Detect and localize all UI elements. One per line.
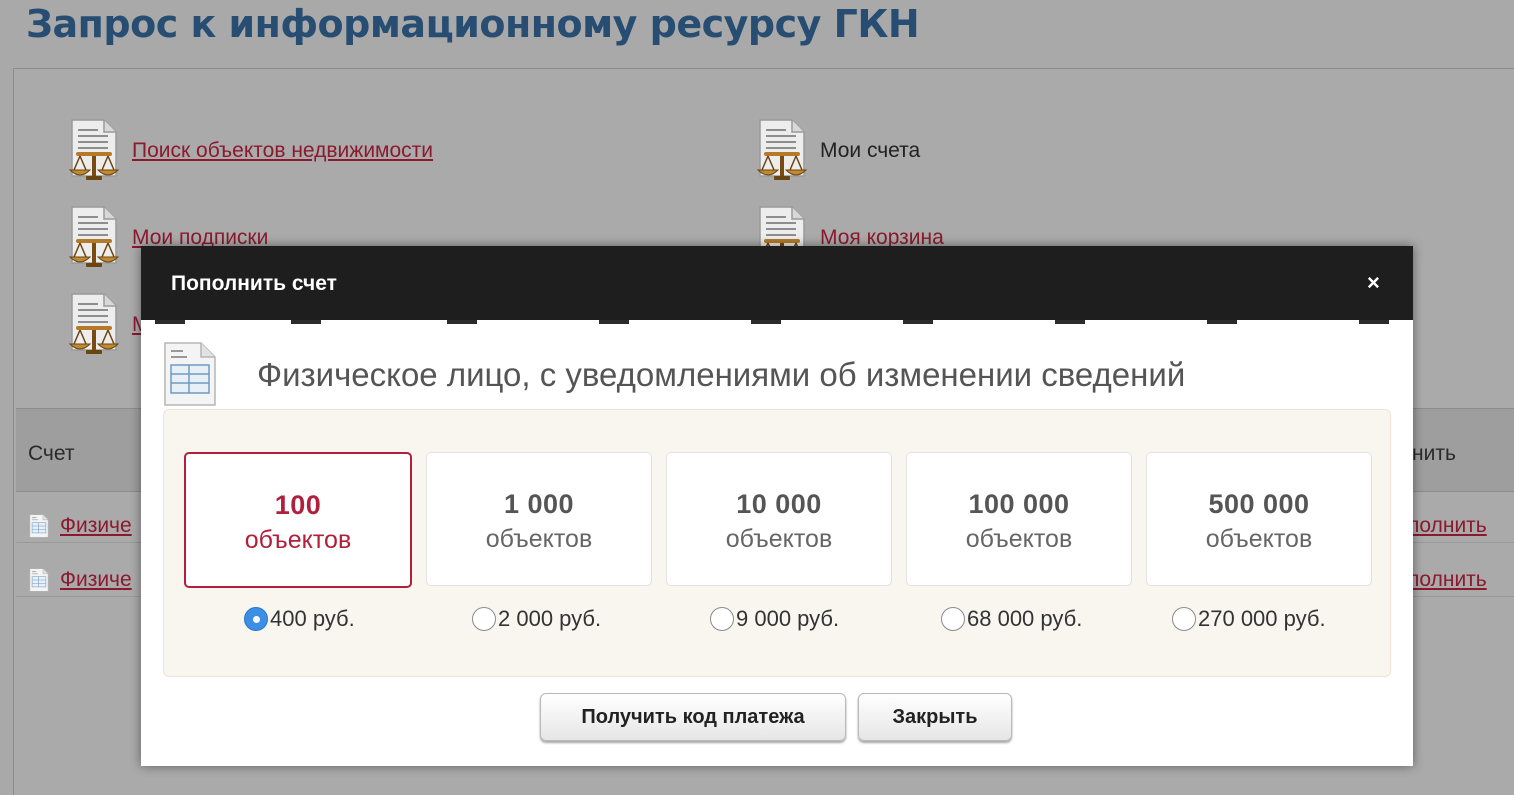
row-account-link[interactable]: Физиче bbox=[60, 568, 132, 592]
price-radio-option[interactable]: 2 000 руб. bbox=[472, 606, 601, 632]
tariff-options: 100 объектов 1 000 объектов 10 000 объек… bbox=[163, 409, 1391, 677]
menu-item-accounts: Мои счета bbox=[752, 118, 920, 184]
option-count: 500 000 bbox=[1208, 489, 1310, 519]
document-scales-icon bbox=[752, 118, 816, 184]
dialog-title: Пополнить счет bbox=[171, 272, 337, 295]
page-title: Запрос к информационному ресурсу ГКН bbox=[26, 2, 920, 46]
document-scales-icon bbox=[64, 118, 128, 184]
option-card-100000[interactable]: 100 000 объектов bbox=[906, 452, 1132, 586]
option-card-1000[interactable]: 1 000 объектов bbox=[426, 452, 652, 586]
document-table-icon bbox=[163, 341, 217, 407]
option-price: 2 000 руб. bbox=[498, 606, 602, 631]
option-unit: объектов bbox=[965, 525, 1073, 553]
option-count: 100 000 bbox=[968, 489, 1070, 519]
price-radio-option[interactable]: 9 000 руб. bbox=[710, 606, 839, 632]
option-price: 9 000 руб. bbox=[736, 606, 840, 631]
menu-item-third-left[interactable]: М bbox=[64, 292, 150, 358]
option-price: 400 руб. bbox=[270, 606, 355, 631]
menu-accounts-label: Мои счета bbox=[820, 139, 921, 162]
dialog-header-divider bbox=[155, 320, 1389, 324]
option-unit: объектов bbox=[244, 526, 352, 554]
document-scales-icon bbox=[64, 292, 128, 358]
get-payment-code-button[interactable]: Получить код платежа bbox=[540, 693, 846, 741]
option-unit: объектов bbox=[485, 525, 593, 553]
dialog-header: Пополнить счет × bbox=[141, 246, 1413, 320]
document-table-icon bbox=[28, 568, 50, 592]
column-header-account: Счет bbox=[28, 442, 75, 465]
option-count: 100 bbox=[274, 490, 322, 520]
close-icon[interactable]: × bbox=[1367, 270, 1380, 296]
column-header-action: нить bbox=[1412, 442, 1456, 465]
menu-search-link[interactable]: Поиск объектов недвижимости bbox=[132, 139, 433, 163]
close-button[interactable]: Закрыть bbox=[858, 693, 1012, 741]
radio-button[interactable] bbox=[1172, 607, 1196, 631]
radio-button[interactable] bbox=[941, 607, 965, 631]
row-topup-link[interactable]: полнить bbox=[1408, 514, 1487, 538]
option-price: 270 000 руб. bbox=[1198, 606, 1326, 631]
row-account-link[interactable]: Физиче bbox=[60, 514, 132, 538]
row-topup-link[interactable]: полнить bbox=[1408, 568, 1487, 592]
radio-button[interactable] bbox=[244, 607, 268, 631]
document-scales-icon bbox=[64, 205, 128, 271]
option-unit: объектов bbox=[725, 525, 833, 553]
menu-item-search[interactable]: Поиск объектов недвижимости bbox=[64, 118, 433, 184]
price-radio-option[interactable]: 400 руб. bbox=[244, 606, 355, 632]
option-card-10000[interactable]: 10 000 объектов bbox=[666, 452, 892, 586]
option-unit: объектов bbox=[1205, 525, 1313, 553]
option-price: 68 000 руб. bbox=[967, 606, 1083, 631]
price-radio-option[interactable]: 270 000 руб. bbox=[1172, 606, 1326, 632]
document-table-icon bbox=[28, 514, 50, 538]
option-count: 1 000 bbox=[503, 489, 575, 519]
price-radio-option[interactable]: 68 000 руб. bbox=[941, 606, 1082, 632]
radio-button[interactable] bbox=[472, 607, 496, 631]
topup-dialog: Пополнить счет × Физическое лицо, с увед… bbox=[141, 246, 1413, 766]
option-card-500000[interactable]: 500 000 объектов bbox=[1146, 452, 1372, 586]
tariff-title: Физическое лицо, с уведомлениями об изме… bbox=[257, 356, 1186, 393]
option-count: 10 000 bbox=[736, 489, 822, 519]
option-card-100[interactable]: 100 объектов bbox=[184, 452, 412, 588]
radio-button[interactable] bbox=[710, 607, 734, 631]
